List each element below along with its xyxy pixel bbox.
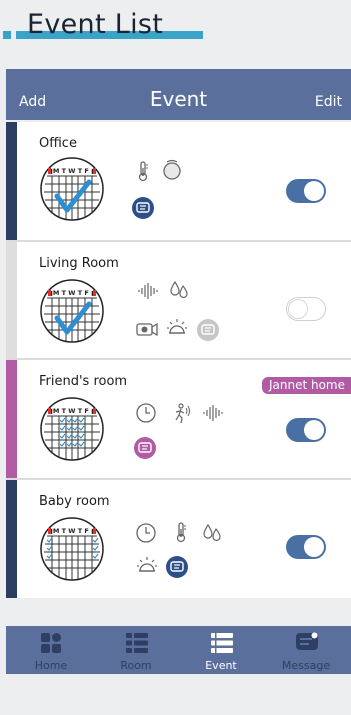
event-toggle[interactable]	[286, 535, 326, 559]
event-card-office[interactable]: Office ▮M T W T F ▮	[6, 122, 351, 240]
event-toggle[interactable]	[286, 179, 326, 203]
edit-button[interactable]: Edit	[315, 94, 342, 110]
svg-text:▮M T W T F ▮: ▮M T W T F ▮	[49, 407, 94, 415]
clock-icon	[136, 523, 156, 543]
nav-message[interactable]: Message	[266, 626, 346, 674]
event-card-baby-room[interactable]: Baby room ▮M T W T F ▮	[6, 480, 351, 598]
message-icon	[134, 437, 156, 459]
event-tag: Jannet home	[261, 377, 351, 394]
sound-icon	[138, 283, 158, 299]
lamp-icon	[137, 557, 157, 572]
toggle-knob	[304, 537, 324, 557]
nav-event[interactable]: Event	[181, 626, 261, 674]
smoke-detector-icon	[163, 159, 181, 180]
weekly-calendar-icon: ▮M T W T F ▮	[40, 279, 104, 343]
nav-label: Home	[34, 659, 68, 672]
home-icon	[41, 633, 61, 653]
toggle-knob	[304, 181, 324, 201]
weekly-calendar-icon: ▮M T W T F ▮	[40, 397, 104, 461]
card-accent	[6, 122, 17, 240]
camera-icon	[136, 322, 158, 337]
header-title: Event	[149, 87, 208, 111]
toggle-knob	[288, 299, 308, 319]
weekly-calendar-icon: ▮M T W T F ▮	[40, 517, 104, 581]
nav-label: Event	[205, 659, 237, 672]
event-name: Office	[39, 136, 77, 151]
page-heading: Event List	[0, 0, 351, 52]
nav-label: Message	[281, 659, 331, 672]
nav-home[interactable]: Home	[11, 626, 91, 674]
message-icon	[132, 197, 154, 219]
clock-icon	[136, 403, 156, 423]
event-toggle[interactable]	[286, 418, 326, 442]
message-icon	[296, 632, 318, 650]
toggle-knob	[304, 420, 324, 440]
sound-icon	[203, 405, 223, 421]
room-icon	[126, 633, 148, 653]
motion-icon	[175, 403, 190, 424]
water-leak-icon	[170, 280, 188, 299]
lamp-icon	[167, 319, 187, 334]
event-name: Friend's room	[39, 374, 128, 389]
card-accent	[6, 480, 17, 598]
thermometer-icon	[176, 522, 186, 543]
event-icon	[211, 633, 233, 653]
svg-text:▮M T W T F ▮: ▮M T W T F ▮	[49, 289, 94, 297]
water-leak-icon	[203, 523, 221, 542]
card-accent	[6, 242, 17, 358]
event-toggle[interactable]	[286, 297, 326, 321]
nav-room[interactable]: Room	[96, 626, 176, 674]
event-card-living-room[interactable]: Living Room ▮M T W T F ▮	[6, 242, 351, 358]
message-icon	[166, 556, 188, 578]
heading-accent-bar	[3, 31, 11, 39]
message-icon	[197, 319, 219, 341]
bottom-nav: Home Room Event Message	[6, 626, 351, 674]
svg-text:▮M T W T F ▮: ▮M T W T F ▮	[49, 167, 94, 175]
card-accent	[6, 360, 17, 478]
svg-text:▮M T W T F ▮: ▮M T W T F ▮	[49, 527, 94, 535]
event-name: Baby room	[39, 494, 110, 509]
event-card-friends-room[interactable]: Friend's room Jannet home ▮M T W T F ▮	[6, 360, 351, 478]
nav-label: Room	[120, 659, 152, 672]
page-title: Event List	[27, 9, 164, 40]
app-header: Add Event Edit	[6, 69, 351, 120]
weekly-calendar-icon: ▮M T W T F ▮	[40, 157, 104, 221]
thermometer-icon	[138, 161, 148, 182]
event-name: Living Room	[39, 256, 119, 271]
